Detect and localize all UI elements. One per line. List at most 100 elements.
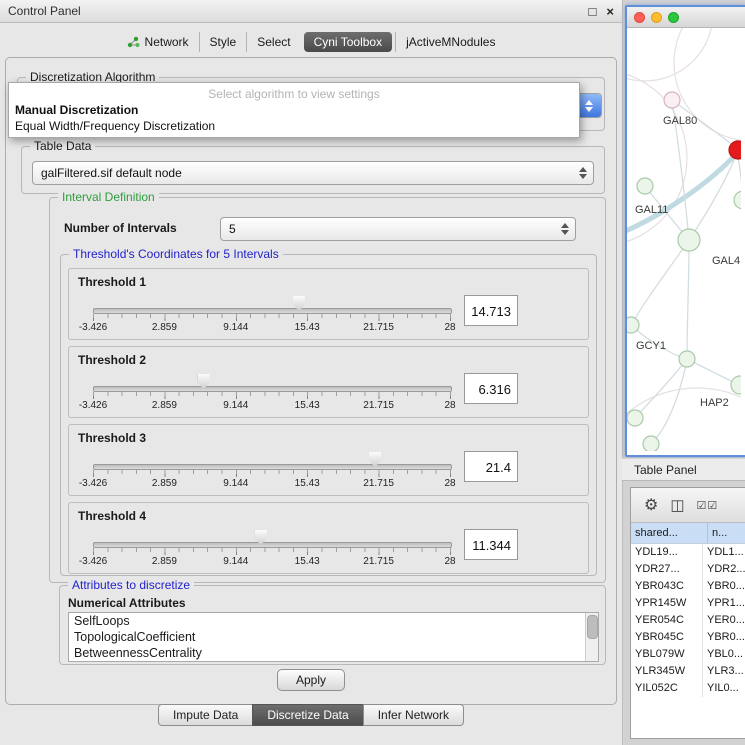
table-cell[interactable]: YBR0...	[703, 578, 745, 595]
zoom-traffic-light-icon[interactable]	[668, 12, 679, 23]
control-panel-titlebar[interactable]: Control Panel □ ×	[0, 0, 622, 23]
table-cell[interactable]: YDR27...	[631, 561, 703, 578]
columns-icon[interactable]: ◫	[670, 496, 684, 514]
combo-stepper-icon[interactable]	[557, 223, 573, 235]
network-node[interactable]	[731, 376, 741, 394]
table-cell[interactable]: YBL079W	[631, 646, 703, 663]
table-row[interactable]: YLR345WYLR3...	[631, 663, 745, 680]
list-scrollbar[interactable]	[585, 613, 598, 661]
table-cell[interactable]: YPR1...	[703, 595, 745, 612]
column-header-name[interactable]: n...	[708, 523, 745, 543]
network-node[interactable]	[643, 436, 659, 451]
network-nodes[interactable]: GAL80 GAL11 GAL4 GCY1 HAP2	[627, 92, 741, 451]
table-row[interactable]: YER054CYER0...	[631, 612, 745, 629]
list-scrollbar-thumb[interactable]	[587, 615, 598, 639]
table-panel-bar[interactable]: Table Panel	[622, 458, 745, 481]
popup-item-manual-discretization[interactable]: Manual Discretization	[9, 102, 579, 118]
table-cell[interactable]: YBR045C	[631, 629, 703, 646]
table-data-combobox[interactable]: galFiltered.sif default node	[32, 161, 594, 185]
table-cell[interactable]: YER054C	[631, 612, 703, 629]
slider-ticks	[93, 392, 451, 399]
table-cell[interactable]: YDR2...	[703, 561, 745, 578]
apply-button[interactable]: Apply	[277, 669, 345, 691]
attribute-list-item[interactable]: BetweennessCentrality	[69, 645, 598, 661]
table-panel-title: Table Panel	[634, 463, 697, 477]
gear-icon[interactable]: ⚙	[644, 495, 658, 515]
table-cell[interactable]: YIL052C	[631, 680, 703, 697]
threshold-4-slider[interactable]: -3.4262.8599.14415.4321.71528	[93, 503, 450, 573]
table-row[interactable]: YDR27...YDR2...	[631, 561, 745, 578]
close-traffic-light-icon[interactable]	[634, 12, 645, 23]
table-cell[interactable]: YBL0...	[703, 646, 745, 663]
number-of-intervals-combobox[interactable]: 5	[220, 217, 576, 241]
network-canvas[interactable]: GAL80 GAL11 GAL4 GCY1 HAP2	[627, 28, 741, 451]
network-window-titlebar[interactable]	[627, 7, 745, 28]
tick-label: 9.144	[223, 556, 248, 567]
table-row[interactable]: YBL079WYBL0...	[631, 646, 745, 663]
attribute-list-item[interactable]: TopologicalCoefficient	[69, 629, 598, 645]
combo-stepper-icon[interactable]	[575, 167, 591, 179]
table-cell[interactable]: YDL1...	[703, 544, 745, 561]
threshold-3-value-field[interactable]: 21.4	[464, 451, 518, 482]
table-row[interactable]: YBR043CYBR0...	[631, 578, 745, 595]
table-cell[interactable]: YLR345W	[631, 663, 703, 680]
threshold-3-slider[interactable]: -3.4262.8599.14415.4321.71528	[93, 425, 450, 495]
table-cell[interactable]: YLR3...	[703, 663, 745, 680]
network-node[interactable]	[637, 178, 653, 194]
tab-discretize-data[interactable]: Discretize Data	[252, 704, 363, 726]
table-cell[interactable]: YPR145W	[631, 595, 703, 612]
threshold-2-value-field[interactable]: 6.316	[464, 373, 518, 404]
table-cell[interactable]: YER0...	[703, 612, 745, 629]
minor-tick-marks	[93, 470, 451, 474]
popup-item-equal-width-frequency[interactable]: Equal Width/Frequency Discretization	[9, 118, 579, 134]
network-node[interactable]	[627, 410, 643, 426]
table-cell[interactable]: YBR0...	[703, 629, 745, 646]
network-node[interactable]	[679, 351, 695, 367]
tab-network[interactable]: Network	[117, 32, 199, 52]
network-edge	[687, 240, 689, 358]
tab-jactivemnodules[interactable]: jActiveMNodules	[395, 32, 505, 52]
attribute-list-item[interactable]: SelfLoops	[69, 613, 598, 629]
tab-impute-data[interactable]: Impute Data	[158, 704, 253, 726]
table-row[interactable]: YPR145WYPR1...	[631, 595, 745, 612]
network-view-window[interactable]: GAL80 GAL11 GAL4 GCY1 HAP2	[625, 5, 745, 457]
tab-label: Select	[257, 32, 290, 52]
slider-tick-labels: -3.4262.8599.14415.4321.71528	[93, 400, 450, 412]
slider-ticks	[93, 470, 451, 477]
table-row[interactable]: YDL19...YDL1...	[631, 544, 745, 561]
threshold-1-value-field[interactable]: 14.713	[464, 295, 518, 326]
tab-infer-network[interactable]: Infer Network	[363, 704, 464, 726]
threshold-4-value-field[interactable]: 11.344	[464, 529, 518, 560]
threshold-2-slider[interactable]: -3.4262.8599.14415.4321.71528	[93, 347, 450, 417]
network-node[interactable]	[734, 191, 741, 209]
column-header-shared-name[interactable]: shared...	[631, 523, 708, 543]
network-node[interactable]	[627, 317, 639, 333]
network-node[interactable]	[678, 229, 700, 251]
select-all-checkbox-icon[interactable]: ☑	[697, 499, 707, 512]
tick-label: 15.43	[295, 556, 320, 567]
tick-label: 2.859	[152, 400, 177, 411]
table-row[interactable]: YIL052CYIL0...	[631, 680, 745, 697]
minimize-traffic-light-icon[interactable]	[651, 12, 662, 23]
tab-style[interactable]: Style	[199, 32, 247, 52]
network-node[interactable]	[664, 92, 680, 108]
table-row[interactable]: YBR045CYBR0...	[631, 629, 745, 646]
table-cell[interactable]: YIL0...	[703, 680, 745, 697]
tab-cyni-toolbox[interactable]: Cyni Toolbox	[304, 32, 392, 52]
close-window-icon[interactable]: ×	[606, 4, 614, 19]
minor-tick-marks	[93, 314, 451, 318]
table-cell[interactable]: YBR043C	[631, 578, 703, 595]
float-window-icon[interactable]: □	[589, 4, 597, 19]
threshold-1-slider[interactable]: -3.4262.8599.14415.4321.71528	[93, 269, 450, 339]
tick-label: 28	[444, 556, 455, 567]
combo-arrows-icon[interactable]	[577, 94, 601, 117]
network-icon	[127, 36, 140, 48]
select-column-checkbox-icon[interactable]: ☑	[707, 499, 717, 512]
numerical-attributes-list[interactable]: SelfLoopsTopologicalCoefficientBetweenne…	[68, 612, 599, 662]
network-node-label: HAP2	[700, 397, 729, 409]
slider-ticks	[93, 314, 451, 321]
window-title: Control Panel	[8, 0, 81, 22]
network-node-highlighted[interactable]	[729, 141, 741, 159]
table-cell[interactable]: YDL19...	[631, 544, 703, 561]
tab-select[interactable]: Select	[246, 32, 300, 52]
